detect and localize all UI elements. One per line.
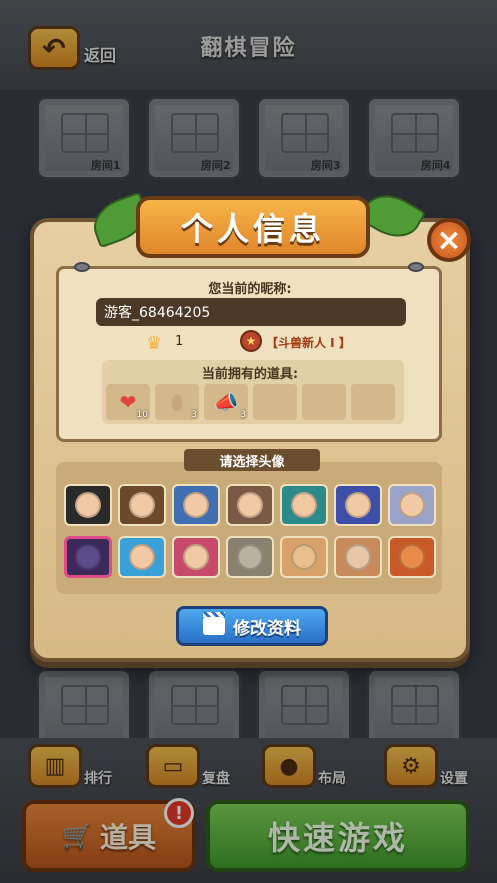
avatar-face-icon xyxy=(237,492,263,518)
horn-icon: 📣 xyxy=(213,390,239,414)
avatar-option[interactable] xyxy=(226,484,274,526)
dialog-title: 个人信息 xyxy=(136,196,370,258)
avatar-option-selected[interactable] xyxy=(64,536,112,578)
avatar-face-icon xyxy=(399,544,425,570)
avatar-option[interactable] xyxy=(280,484,328,526)
item-count: 3 xyxy=(240,410,246,420)
avatar-option[interactable] xyxy=(334,536,382,578)
profile-dialog: 个人信息 × 您当前的昵称: 游客_68464205 ♛ 1 ★ 【斗兽新人 I… xyxy=(30,184,471,662)
avatar-face-icon xyxy=(183,544,209,570)
avatar-option[interactable] xyxy=(388,484,436,526)
avatar-option[interactable] xyxy=(172,536,220,578)
item-count: 10 xyxy=(136,410,148,420)
avatar-face-icon xyxy=(291,544,317,570)
nickname-label: 您当前的昵称: xyxy=(208,282,292,297)
item-slot[interactable]: 📣 3 xyxy=(204,384,248,420)
edit-profile-label: 修改资料 xyxy=(233,618,301,639)
avatar-face-icon xyxy=(399,492,425,518)
nail-decoration xyxy=(74,262,90,272)
avatar-face-icon xyxy=(129,544,155,570)
rank-title: 【斗兽新人 I 】 xyxy=(266,336,351,350)
avatar-face-icon xyxy=(129,492,155,518)
close-button[interactable]: × xyxy=(427,218,471,262)
clapperboard-icon xyxy=(203,612,225,635)
nail-decoration xyxy=(408,262,424,272)
rank-icon: ★ xyxy=(240,330,262,352)
avatar-face-icon xyxy=(345,544,371,570)
level-value: 1 xyxy=(175,334,184,349)
crown-icon: ♛ xyxy=(146,333,163,354)
avatar-face-icon xyxy=(237,544,263,570)
items-label: 当前拥有的道具: xyxy=(201,367,299,382)
heart-icon: ❤ xyxy=(119,390,137,414)
item-slot-empty xyxy=(253,384,297,420)
avatar-option[interactable] xyxy=(334,484,382,526)
avatar-face-icon xyxy=(75,544,101,570)
avatar-face-icon xyxy=(345,492,371,518)
avatar-option[interactable] xyxy=(172,484,220,526)
avatar-face-icon xyxy=(183,492,209,518)
item-count: 3 xyxy=(191,410,197,420)
avatar-option[interactable] xyxy=(64,484,112,526)
item-slot-empty xyxy=(302,384,346,420)
edit-profile-button[interactable]: 修改资料 xyxy=(176,606,328,646)
egg-icon: ⬮ xyxy=(170,390,184,414)
item-slot[interactable]: ❤ 10 xyxy=(106,384,150,420)
avatar-option[interactable] xyxy=(226,536,274,578)
avatar-face-icon xyxy=(291,492,317,518)
avatar-option[interactable] xyxy=(118,536,166,578)
item-slot[interactable]: ⬮ 3 xyxy=(155,384,199,420)
close-icon: × xyxy=(436,222,462,258)
avatar-title: 请选择头像 xyxy=(184,449,320,471)
avatar-face-icon xyxy=(75,492,101,518)
avatar-option[interactable] xyxy=(118,484,166,526)
avatar-option[interactable] xyxy=(280,536,328,578)
avatar-option[interactable] xyxy=(388,536,436,578)
item-slot-empty xyxy=(351,384,395,420)
nickname-field[interactable]: 游客_68464205 xyxy=(96,298,406,326)
